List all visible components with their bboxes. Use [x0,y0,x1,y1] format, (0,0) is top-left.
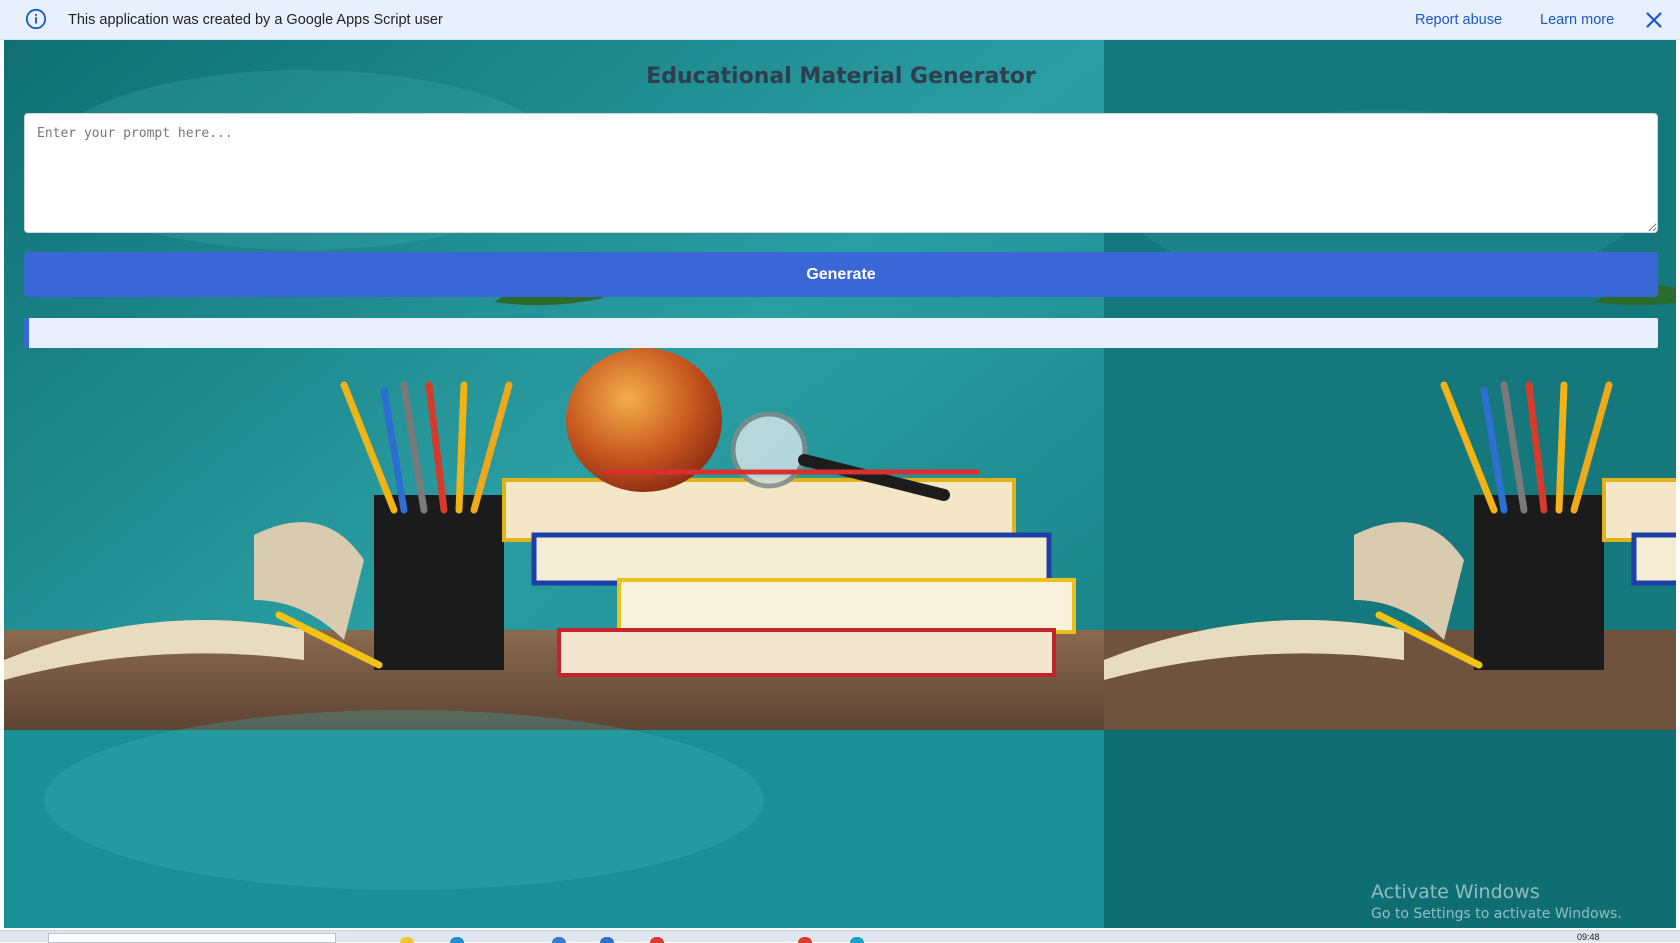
chrome-icon[interactable] [650,937,664,943]
banner-text: This application was created by a Google… [68,11,443,28]
progress-bar [24,318,1658,348]
watermark-subtitle: Go to Settings to activate Windows. [1371,906,1622,922]
info-icon [25,8,47,30]
generate-button[interactable]: Generate [24,252,1658,297]
app-icon[interactable] [850,937,864,943]
file-explorer-icon[interactable] [400,937,414,943]
app-viewport: Educational Material Generator Generate … [4,40,1676,928]
progress-fill [24,318,29,348]
report-abuse-link[interactable]: Report abuse [1415,12,1502,28]
learn-more-link[interactable]: Learn more [1540,12,1614,28]
taskbar: 09:48 [0,930,1680,943]
edge-icon[interactable] [450,937,464,943]
activate-windows-watermark: Activate Windows Go to Settings to activ… [1371,880,1622,924]
watermark-title: Activate Windows [1371,881,1540,903]
mail-icon[interactable] [600,937,614,943]
store-icon[interactable] [552,937,566,943]
taskbar-clock: 09:48 [1577,932,1600,942]
page-title: Educational Material Generator [646,64,1036,89]
apps-script-banner: This application was created by a Google… [0,0,1680,40]
close-icon[interactable] [1643,9,1665,31]
prompt-input[interactable] [24,113,1658,233]
chrome-icon[interactable] [798,937,812,943]
